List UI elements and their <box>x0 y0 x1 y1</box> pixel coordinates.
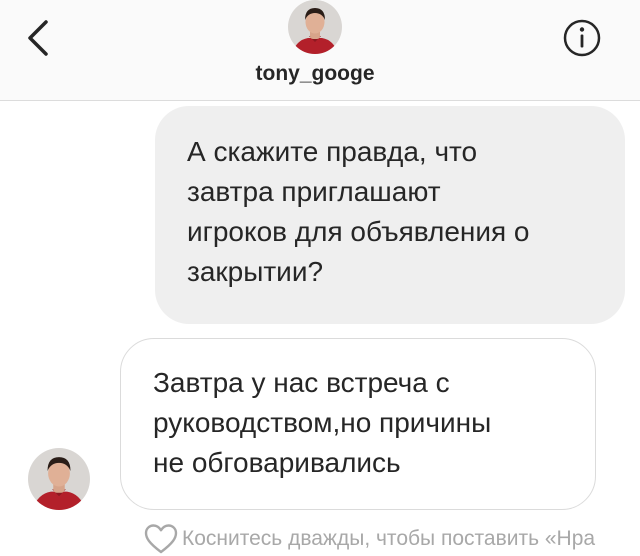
back-button[interactable] <box>24 16 56 60</box>
info-button[interactable] <box>560 16 604 60</box>
like-hint-text: Коснитесь дважды, чтобы поставить «Нра <box>182 527 596 550</box>
chevron-left-icon <box>28 20 48 56</box>
info-icon <box>563 19 601 57</box>
conversation-username[interactable]: tony_googe <box>0 62 630 86</box>
heart-outline-icon[interactable] <box>144 523 178 555</box>
outgoing-message-bubble[interactable]: А скажите правда, что завтра приглашают … <box>155 106 625 324</box>
header-avatar[interactable] <box>288 0 342 54</box>
double-tap-like-hint: Коснитесь дважды, чтобы поставить «Нра <box>144 522 595 556</box>
avatar-photo <box>28 448 90 510</box>
avatar-photo <box>288 0 342 54</box>
incoming-message-bubble[interactable]: Завтра у нас встреча с руководством,но п… <box>120 338 596 510</box>
conversation-header: tony_googe <box>0 0 640 101</box>
sender-avatar[interactable] <box>28 448 90 510</box>
